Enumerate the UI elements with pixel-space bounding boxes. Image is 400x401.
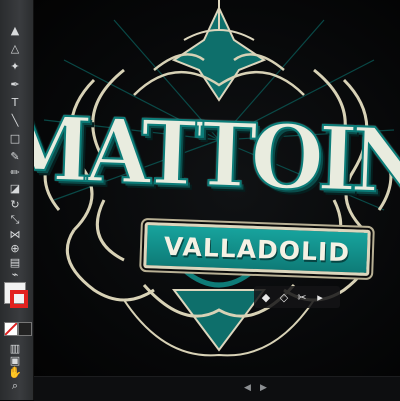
pen-tool-icon[interactable]: ✒ [5,76,25,92]
next-artboard-icon[interactable]: ▶ [260,383,267,393]
smooth-anchor-icon[interactable]: ◇ [278,291,290,304]
banner-label: VALLADOLID [163,231,351,267]
pencil-icon[interactable]: ✏ [5,164,25,180]
artboard-canvas[interactable]: MATTOINK VALLADOLID ◆ ◇ ✂ ▸ [34,0,400,376]
rotate-icon[interactable]: ↻ [5,196,25,212]
default-color-swatch[interactable] [18,322,32,336]
stroke-color-swatch[interactable] [10,290,28,308]
type-tool-icon[interactable]: T [5,94,25,110]
logo-wordmark: MATTOINK [34,93,400,216]
status-bar: ◀ ▶ [34,376,400,401]
line-tool-icon[interactable]: ╲ [5,112,25,128]
zoom-icon[interactable]: ⌕ [5,378,25,394]
tools-panel: ▲ △ ✦ ✒ T ╲ □ ✎ ✏ ◪ ↻ ⤡ ⋈ ⊕ ▤ ⌁ ▥ ▣ ✋ ⌕ [0,0,34,400]
location-banner: VALLADOLID [143,222,371,276]
contextual-toolbar: ◆ ◇ ✂ ▸ [254,286,340,308]
none-color-swatch[interactable] [4,322,18,336]
previous-artboard-icon[interactable]: ◀ [244,383,251,393]
anchor-convert-icon[interactable]: ◆ [260,291,272,304]
more-options-icon[interactable]: ▸ [314,291,326,304]
magic-wand-icon[interactable]: ✦ [5,58,25,74]
paintbrush-icon[interactable]: ✎ [5,148,25,164]
bottom-ornament [123,268,315,357]
eyedropper-icon[interactable]: ⌁ [5,266,25,282]
direct-selection-icon[interactable]: △ [5,40,25,56]
eraser-icon[interactable]: ◪ [5,180,25,196]
selection-arrow-icon[interactable]: ▲ [5,22,25,38]
rectangle-tool-icon[interactable]: □ [5,130,25,146]
cut-path-icon[interactable]: ✂ [296,291,308,304]
